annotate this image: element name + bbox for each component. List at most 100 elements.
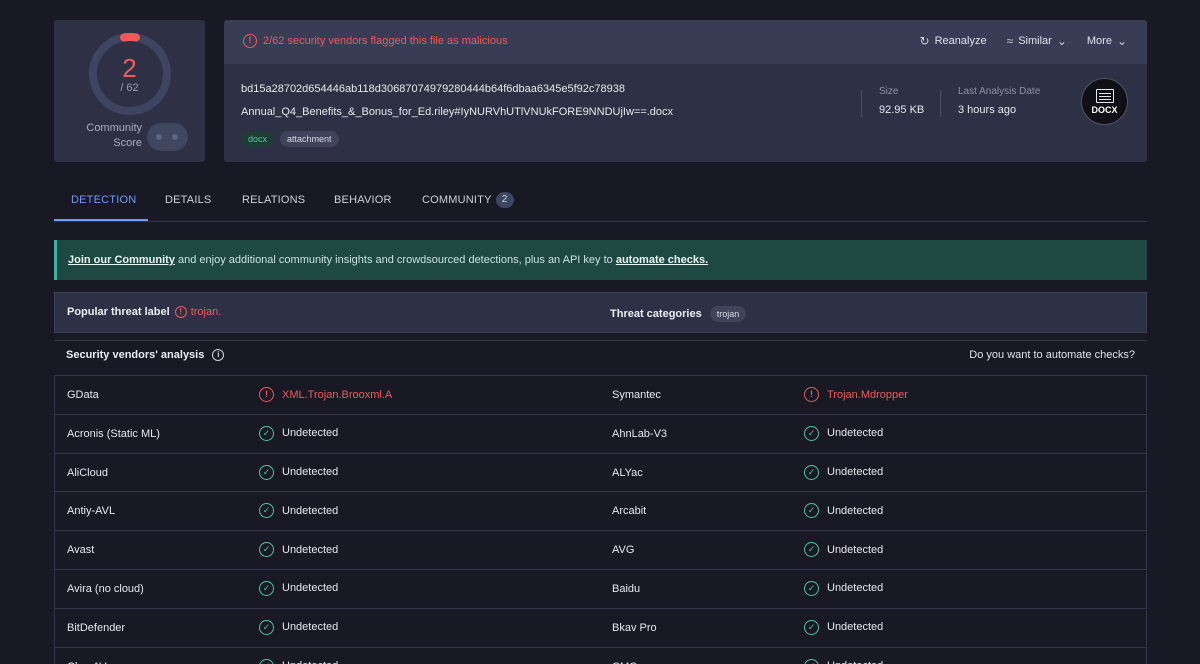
threat-label-value[interactable]: ! trojan. <box>174 306 221 318</box>
table-row: Avast ✓ Undetected AVG ✓ Undetected <box>55 531 1146 570</box>
vendor-name: BitDefender <box>67 621 126 634</box>
report-tabs: DETECTION DETAILS RELATIONS BEHAVIOR COM… <box>54 180 1147 222</box>
community-banner: Join our Community and enjoy additional … <box>54 240 1147 280</box>
vendor-name: Antiy-AVL <box>67 505 116 518</box>
chevron-down-icon: ⌄ <box>1056 34 1067 48</box>
tab-detection[interactable]: DETECTION <box>71 194 136 206</box>
vendor-name: Avast <box>67 544 95 557</box>
undetected-result: ✓Undetected <box>804 464 883 480</box>
detection-count: 2 <box>122 53 137 83</box>
community-count-badge: 2 <box>495 192 514 208</box>
threat-categories: Threat categories trojan <box>610 306 747 322</box>
check-circle-icon: ✓ <box>804 425 819 441</box>
tab-behavior[interactable]: BEHAVIOR <box>334 194 392 206</box>
check-circle-icon: ✓ <box>804 580 819 596</box>
undetected-result: ✓Undetected <box>259 658 338 664</box>
undetected-result: ✓Undetected <box>259 580 338 596</box>
table-row: BitDefender ✓ Undetected Bkav Pro ✓ Undetecte… <box>55 609 1146 648</box>
check-circle-icon: ✓ <box>804 464 819 480</box>
meta-divider <box>861 90 862 117</box>
last-analysis-date: Last Analysis Date 3 hours ago <box>958 86 1041 116</box>
vendor-name: ClamAV <box>67 661 107 664</box>
detection-score-card: 2 / 62 Community Score <box>54 20 205 162</box>
vendor-name: Acronis (Static ML) <box>67 427 160 440</box>
detection-result[interactable]: ! Trojan.Mdropper <box>804 387 908 402</box>
document-icon <box>1095 88 1114 103</box>
summary-header: ! 2/62 security vendors flagged this fil… <box>224 20 1147 64</box>
undetected-result: ✓Undetected <box>804 425 883 441</box>
vendor-name: Arcabit <box>612 505 647 518</box>
summary-actions: ↻ Reanalyze ≈ Similar ⌄ More ⌄ <box>920 34 1127 48</box>
chevron-down-icon: ⌄ <box>1116 34 1127 48</box>
automate-checks-link[interactable]: automate checks. <box>616 254 708 266</box>
threat-summary: Popular threat label ! trojan. Threat ca… <box>54 292 1147 333</box>
check-circle-icon: ✓ <box>804 542 819 558</box>
check-circle-icon: ✓ <box>259 464 274 480</box>
reanalyze-button[interactable]: ↻ Reanalyze <box>920 34 987 48</box>
file-type-badge: DOCX <box>1081 78 1128 125</box>
undetected-result: ✓Undetected <box>804 619 883 635</box>
check-circle-icon: ✓ <box>804 619 819 635</box>
undetected-result: ✓Undetected <box>804 658 883 664</box>
banner-text: Join our Community and enjoy additional … <box>68 254 709 266</box>
alert-icon: ! <box>804 387 819 402</box>
check-circle-icon: ✓ <box>259 542 274 558</box>
popular-threat-label: Popular threat label ! trojan. <box>67 306 222 318</box>
undetected-result: ✓Undetected <box>259 503 338 519</box>
meta-divider <box>940 90 941 117</box>
tab-community[interactable]: COMMUNITY 2 <box>422 192 514 208</box>
table-row: Antiy-AVL ✓ Undetected Arcabit ✓ Undetected <box>55 492 1146 532</box>
check-circle-icon: ✓ <box>259 580 274 596</box>
file-tags: docx attachment <box>241 131 339 147</box>
file-summary-card: ! 2/62 security vendors flagged this fil… <box>224 20 1147 162</box>
table-row: Acronis (Static ML) ✓ Undetected AhnLab-V3 ✓… <box>55 415 1146 454</box>
undetected-result: ✓Undetected <box>804 580 883 596</box>
file-size: Size 92.95 KB <box>879 86 925 116</box>
table-row: ClamAV ✓Undetected CMC ✓Undetected <box>55 648 1146 664</box>
table-row: AliCloud ✓ Undetected ALYac ✓ Undetected <box>55 454 1146 493</box>
alert-icon: ! <box>259 387 274 402</box>
undetected-result: ✓Undetected <box>259 464 338 480</box>
alert-icon: ! <box>243 34 257 48</box>
join-community-link[interactable]: Join our Community <box>68 254 175 266</box>
refresh-icon: ↻ <box>919 34 930 48</box>
vendor-name: Baidu <box>612 582 641 595</box>
check-circle-icon: ✓ <box>804 658 819 664</box>
undetected-result: ✓Undetected <box>259 542 338 558</box>
file-hash[interactable]: bd15a28702d654446ab118d30687074979280444… <box>241 83 625 95</box>
similar-dropdown[interactable]: ≈ Similar ⌄ <box>1007 34 1067 48</box>
category-tag[interactable]: trojan <box>709 306 747 322</box>
tag-attachment[interactable]: attachment <box>280 131 339 147</box>
automate-checks-prompt[interactable]: Do you want to automate checks? <box>969 349 1135 361</box>
vendor-name: AhnLab-V3 <box>612 427 668 440</box>
vendor-name: Avira (no cloud) <box>67 582 144 595</box>
alert-icon: ! <box>174 306 187 318</box>
check-circle-icon: ✓ <box>259 503 274 519</box>
check-circle-icon: ✓ <box>259 425 274 441</box>
vendor-name: AVG <box>612 544 635 557</box>
vendor-name: CMC <box>612 661 637 664</box>
undetected-result: ✓Undetected <box>259 425 338 441</box>
undetected-result: ✓Undetected <box>259 619 338 635</box>
vendors-table: GData ! XML.Trojan.Brooxml.A Symantec ! Troja… <box>54 375 1147 664</box>
check-circle-icon: ✓ <box>259 658 274 664</box>
table-row: GData ! XML.Trojan.Brooxml.A Symantec ! Troja… <box>55 376 1146 415</box>
file-name: Annual_Q4_Benefits_&_Bonus_for_Ed.riley#… <box>241 106 674 118</box>
vendor-name: Symantec <box>612 389 661 401</box>
similar-icon: ≈ <box>1006 34 1014 48</box>
vendors-analysis-header: Security vendors' analysis i Do you want… <box>54 340 1147 374</box>
active-tab-indicator <box>54 219 148 221</box>
tab-relations[interactable]: RELATIONS <box>242 194 305 206</box>
tab-details[interactable]: DETAILS <box>165 194 211 206</box>
vendor-name: ALYac <box>612 466 643 479</box>
detection-result[interactable]: ! XML.Trojan.Brooxml.A <box>259 387 392 402</box>
tag-docx[interactable]: docx <box>241 131 275 147</box>
more-dropdown[interactable]: More ⌄ <box>1087 34 1127 48</box>
community-score-toggle[interactable] <box>147 123 188 151</box>
vendor-name: Bkav Pro <box>612 621 657 634</box>
undetected-result: ✓Undetected <box>804 503 883 519</box>
community-score-label: Community Score <box>86 122 142 149</box>
check-circle-icon: ✓ <box>259 619 274 635</box>
info-icon[interactable]: i <box>212 349 225 361</box>
vendors-analysis-title: Security vendors' analysis i <box>66 349 225 361</box>
